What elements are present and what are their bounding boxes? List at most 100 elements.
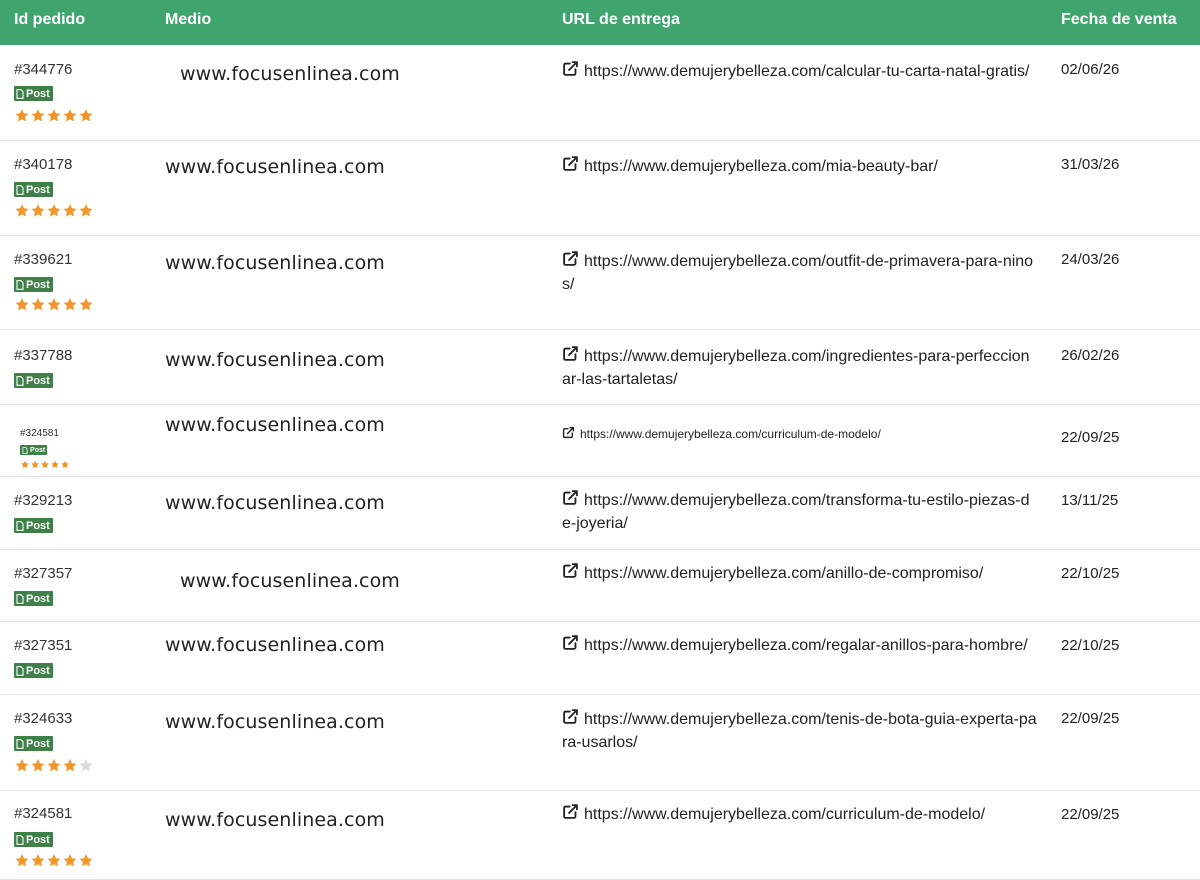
star-filled-icon bbox=[21, 460, 29, 469]
document-icon bbox=[16, 593, 24, 604]
star-rating bbox=[14, 297, 94, 312]
external-link-icon[interactable] bbox=[562, 489, 579, 506]
delivery-url-text[interactable]: https://www.demujerybelleza.com/curricul… bbox=[562, 803, 1037, 826]
document-icon bbox=[16, 738, 24, 749]
table-row: #340178 Post www.focusenlinea.com https://w… bbox=[0, 141, 1200, 236]
document-icon bbox=[16, 834, 24, 845]
badge-label: Post bbox=[26, 183, 50, 196]
medium-domain: www.focusenlinea.com bbox=[165, 349, 385, 371]
delivery-url-link[interactable]: https://www.demujerybelleza.com/regalar-… bbox=[562, 634, 1037, 657]
star-filled-icon bbox=[31, 109, 45, 122]
star-filled-icon bbox=[15, 298, 29, 311]
post-type-badge: Post bbox=[20, 445, 48, 455]
order-id: #324633 bbox=[14, 710, 73, 727]
column-header-medium[interactable]: Medio bbox=[165, 11, 211, 29]
star-rating bbox=[14, 108, 94, 123]
star-filled-icon bbox=[47, 854, 61, 867]
post-type-badge: Post bbox=[14, 277, 53, 292]
star-filled-icon bbox=[15, 854, 29, 867]
order-id: #327351 bbox=[14, 637, 73, 654]
order-id: #327357 bbox=[14, 565, 73, 582]
external-link-icon[interactable] bbox=[562, 426, 575, 439]
post-type-badge: Post bbox=[14, 591, 53, 606]
table-row: #324581 Post www.focusenlinea.com https://w… bbox=[0, 791, 1200, 880]
external-link-icon[interactable] bbox=[562, 345, 579, 362]
external-link-icon[interactable] bbox=[562, 803, 579, 820]
star-filled-icon bbox=[61, 460, 69, 469]
column-header-date[interactable]: Fecha de venta bbox=[1061, 11, 1177, 29]
star-filled-icon bbox=[41, 460, 49, 469]
badge-label: Post bbox=[26, 737, 50, 750]
post-type-badge: Post bbox=[14, 663, 53, 678]
sale-date: 02/06/26 bbox=[1061, 61, 1120, 78]
delivery-url-text[interactable]: https://www.demujerybelleza.com/anillo-d… bbox=[562, 562, 1037, 585]
medium-domain: www.focusenlinea.com bbox=[165, 711, 385, 733]
star-filled-icon bbox=[31, 460, 39, 469]
external-link-icon[interactable] bbox=[562, 60, 579, 77]
star-filled-icon bbox=[63, 204, 77, 217]
table-row: #324633 Post www.focusenlinea.com https://w… bbox=[0, 695, 1200, 791]
delivery-url-link[interactable]: https://www.demujerybelleza.com/mia-beau… bbox=[562, 155, 1037, 178]
badge-label: Post bbox=[26, 592, 50, 605]
external-link-icon[interactable] bbox=[562, 634, 579, 651]
badge-label: Post bbox=[26, 278, 50, 291]
external-link-icon[interactable] bbox=[562, 562, 579, 579]
table-row: #327351 Post www.focusenlinea.com https://w… bbox=[0, 622, 1200, 695]
delivery-url-text[interactable]: https://www.demujerybelleza.com/tenis-de… bbox=[562, 708, 1037, 754]
delivery-url-text[interactable]: https://www.demujerybelleza.com/ingredie… bbox=[562, 345, 1037, 391]
delivery-url-link[interactable]: https://www.demujerybelleza.com/curricul… bbox=[562, 426, 1037, 442]
medium-domain: www.focusenlinea.com bbox=[165, 252, 385, 274]
delivery-url-text[interactable]: https://www.demujerybelleza.com/calcular… bbox=[562, 60, 1037, 83]
table-row: #337788 Post www.focusenlinea.com https://w… bbox=[0, 330, 1200, 405]
sale-date: 26/02/26 bbox=[1061, 347, 1120, 364]
medium-domain: www.focusenlinea.com bbox=[165, 492, 385, 514]
star-filled-icon bbox=[15, 109, 29, 122]
delivery-url-text[interactable]: https://www.demujerybelleza.com/regalar-… bbox=[562, 634, 1037, 657]
external-link-icon[interactable] bbox=[562, 708, 579, 725]
external-link-icon[interactable] bbox=[562, 155, 579, 172]
document-icon bbox=[22, 446, 28, 454]
delivery-url-link[interactable]: https://www.demujerybelleza.com/ingredie… bbox=[562, 345, 1037, 391]
column-header-order-id[interactable]: Id pedido bbox=[14, 11, 85, 29]
star-filled-icon bbox=[15, 759, 29, 772]
table-row: #339621 Post www.focusenlinea.com https://w… bbox=[0, 236, 1200, 330]
delivery-url-text[interactable]: https://www.demujerybelleza.com/outfit-d… bbox=[562, 250, 1037, 296]
delivery-url-link[interactable]: https://www.demujerybelleza.com/tenis-de… bbox=[562, 708, 1037, 754]
delivery-url-text[interactable]: https://www.demujerybelleza.com/transfor… bbox=[562, 489, 1037, 535]
delivery-url-link[interactable]: https://www.demujerybelleza.com/anillo-d… bbox=[562, 562, 1037, 585]
star-filled-icon bbox=[47, 759, 61, 772]
delivery-url-link[interactable]: https://www.demujerybelleza.com/outfit-d… bbox=[562, 250, 1037, 296]
post-type-badge: Post bbox=[14, 736, 53, 751]
medium-domain: www.focusenlinea.com bbox=[180, 63, 400, 85]
medium-domain: www.focusenlinea.com bbox=[165, 809, 385, 831]
delivery-url-link[interactable]: https://www.demujerybelleza.com/calcular… bbox=[562, 60, 1037, 83]
badge-label: Post bbox=[26, 87, 50, 100]
star-empty-icon bbox=[79, 759, 93, 772]
star-filled-icon bbox=[31, 854, 45, 867]
column-header-url[interactable]: URL de entrega bbox=[562, 11, 680, 29]
table-row: #324581 Post www.focusenlinea.com https://w… bbox=[0, 405, 1200, 477]
sale-date: 22/09/25 bbox=[1061, 806, 1120, 823]
badge-label: Post bbox=[30, 446, 46, 454]
external-link-icon[interactable] bbox=[562, 250, 579, 267]
medium-domain: www.focusenlinea.com bbox=[165, 634, 385, 656]
star-filled-icon bbox=[79, 854, 93, 867]
star-filled-icon bbox=[63, 854, 77, 867]
badge-label: Post bbox=[26, 664, 50, 677]
order-id: #340178 bbox=[14, 156, 73, 173]
document-icon bbox=[16, 184, 24, 195]
document-icon bbox=[16, 279, 24, 290]
delivery-url-text[interactable]: https://www.demujerybelleza.com/curricul… bbox=[562, 426, 1037, 442]
badge-label: Post bbox=[26, 519, 50, 532]
document-icon bbox=[16, 375, 24, 386]
star-filled-icon bbox=[47, 204, 61, 217]
order-id: #324581 bbox=[20, 428, 59, 439]
delivery-url-text[interactable]: https://www.demujerybelleza.com/mia-beau… bbox=[562, 155, 1037, 178]
badge-label: Post bbox=[26, 374, 50, 387]
order-id: #339621 bbox=[14, 251, 73, 268]
delivery-url-link[interactable]: https://www.demujerybelleza.com/transfor… bbox=[562, 489, 1037, 535]
delivery-url-link[interactable]: https://www.demujerybelleza.com/curricul… bbox=[562, 803, 1037, 826]
table-header: Id pedido Medio URL de entrega Fecha de … bbox=[0, 0, 1200, 45]
order-id: #344776 bbox=[14, 61, 73, 78]
star-filled-icon bbox=[79, 109, 93, 122]
